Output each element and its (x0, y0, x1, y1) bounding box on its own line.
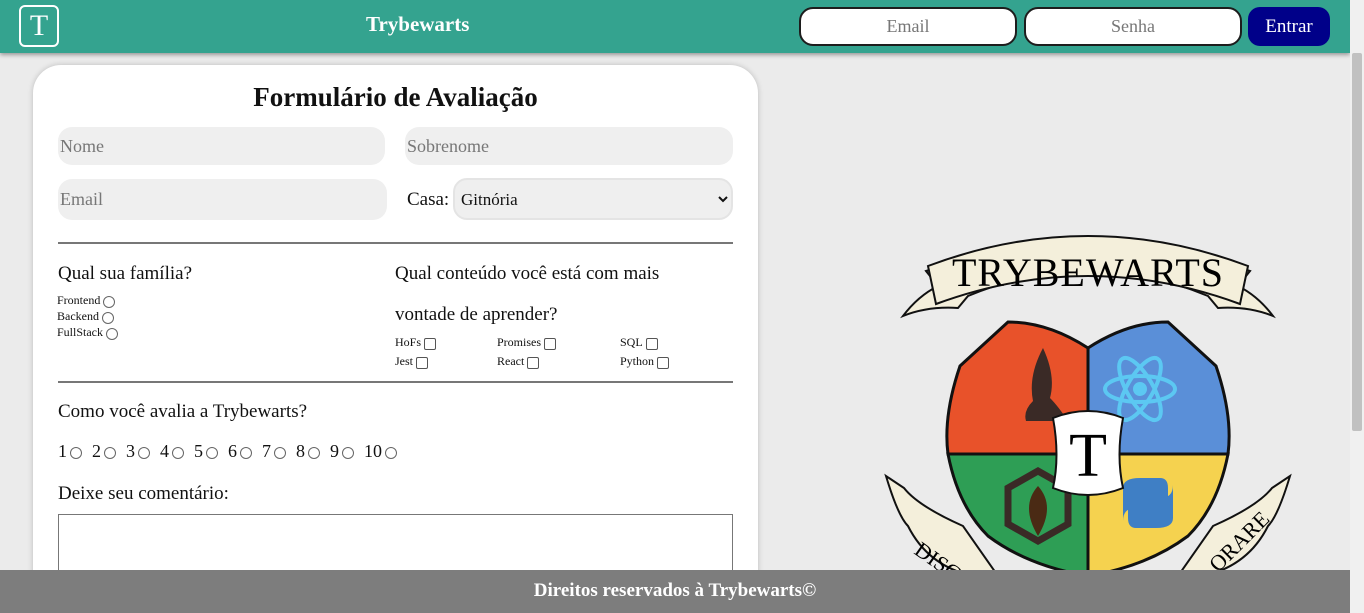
rating-radio[interactable] (274, 447, 286, 459)
family-option-fullstack[interactable]: FullStack (57, 325, 119, 340)
content-option-label: React (497, 353, 525, 368)
rating-radio[interactable] (138, 447, 150, 459)
content-checkbox[interactable] (527, 357, 540, 369)
rating-radio[interactable] (240, 447, 252, 459)
divider-top (58, 242, 733, 244)
family-option-frontend[interactable]: Frontend (57, 293, 116, 308)
crest-center-letter: T (1069, 422, 1107, 490)
rating-label: 6 (228, 441, 237, 461)
family-option-label: Frontend (57, 293, 101, 307)
rating-option-5[interactable]: 5 (194, 441, 218, 462)
rating-radio[interactable] (342, 447, 354, 459)
content-option-label: HoFs (395, 334, 422, 349)
rating-radio[interactable] (206, 447, 218, 459)
page-footer: Direitos reservados à Trybewarts© (0, 570, 1350, 613)
trybewarts-logo: T (19, 5, 59, 47)
rating-option-1[interactable]: 1 (58, 441, 82, 462)
rating-radio[interactable] (70, 447, 82, 459)
email-input[interactable] (58, 179, 387, 220)
content-option-promises[interactable]: Promises (497, 334, 557, 350)
rating-option-7[interactable]: 7 (262, 441, 286, 462)
content-option-sql[interactable]: SQL (620, 334, 658, 350)
family-radio[interactable] (106, 328, 119, 340)
footer-text: Direitos reservados à Trybewarts© (533, 580, 817, 601)
content-option-label: Promises (497, 334, 542, 349)
content-option-jest[interactable]: Jest (395, 353, 428, 369)
rating-option-10[interactable]: 10 (364, 441, 397, 462)
rating-label: 4 (160, 441, 169, 461)
content-option-python[interactable]: Python (620, 353, 670, 369)
content-checkbox[interactable] (657, 357, 670, 369)
rating-option-3[interactable]: 3 (126, 441, 150, 462)
rating-label: 5 (194, 441, 203, 461)
divider-middle (58, 381, 733, 383)
rating-option-4[interactable]: 4 (160, 441, 184, 462)
rating-label: 3 (126, 441, 135, 461)
content-checkbox[interactable] (416, 357, 428, 369)
content-checkbox[interactable] (424, 338, 437, 350)
family-question: Qual sua família? (58, 263, 193, 284)
crest-banner-text: TRYBEWARTS (952, 250, 1224, 295)
house-label: Casa: (407, 189, 450, 210)
rating-option-8[interactable]: 8 (296, 441, 320, 462)
content-question-line1: Qual conteúdo você está com mais (395, 263, 660, 284)
family-radio[interactable] (101, 312, 114, 324)
rating-option-6[interactable]: 6 (228, 441, 252, 462)
rating-label: 7 (262, 441, 271, 461)
login-password-input[interactable] (1024, 7, 1242, 46)
rating-label: 1 (58, 441, 67, 461)
content-option-label: SQL (620, 334, 643, 349)
rating-label: 8 (296, 441, 305, 461)
family-option-label: Backend (57, 309, 99, 323)
rating-radio[interactable] (104, 447, 116, 459)
content-option-react[interactable]: React (497, 353, 540, 369)
app-title: Trybewarts (366, 12, 470, 36)
login-button[interactable]: Entrar (1248, 7, 1330, 46)
evaluation-form: Formulário de Avaliação Casa: Gitnória Q… (33, 65, 758, 613)
name-input[interactable] (58, 127, 385, 165)
python-icon (1123, 478, 1173, 528)
rating-option-2[interactable]: 2 (92, 441, 116, 462)
rating-radio[interactable] (385, 447, 397, 459)
comment-label: Deixe seu comentário: (58, 483, 229, 504)
content-option-label: Jest (395, 353, 413, 368)
rating-option-9[interactable]: 9 (330, 441, 354, 462)
family-option-backend[interactable]: Backend (57, 309, 114, 324)
content-question-line2: vontade de aprender? (395, 304, 558, 325)
form-title: Formulário de Avaliação (253, 82, 538, 112)
rating-label: 9 (330, 441, 339, 461)
login-email-input[interactable] (799, 7, 1017, 46)
rating-question: Como você avalia a Trybewarts? (58, 401, 308, 422)
logo-letter: T (29, 9, 49, 42)
family-option-label: FullStack (57, 325, 104, 339)
rating-radio[interactable] (172, 447, 184, 459)
rating-label: 2 (92, 441, 101, 461)
page-scrollbar-thumb[interactable] (1352, 53, 1362, 431)
content-option-hofs[interactable]: HoFs (395, 334, 437, 350)
rating-radio[interactable] (308, 447, 320, 459)
family-radio[interactable] (103, 296, 116, 308)
content-checkbox[interactable] (645, 338, 658, 350)
top-header: T Trybewarts Entrar (0, 0, 1350, 53)
rating-label: 10 (364, 441, 382, 461)
lastname-input[interactable] (405, 127, 733, 165)
trybewarts-crest-image: DISC ORARE TRYBEWARTS T (884, 235, 1292, 576)
content-option-label: Python (620, 353, 655, 368)
house-select[interactable]: Gitnória (453, 178, 733, 220)
rating-options: 1 2 3 4 5 6 7 8 9 10 (58, 441, 407, 462)
content-checkbox[interactable] (544, 338, 557, 350)
